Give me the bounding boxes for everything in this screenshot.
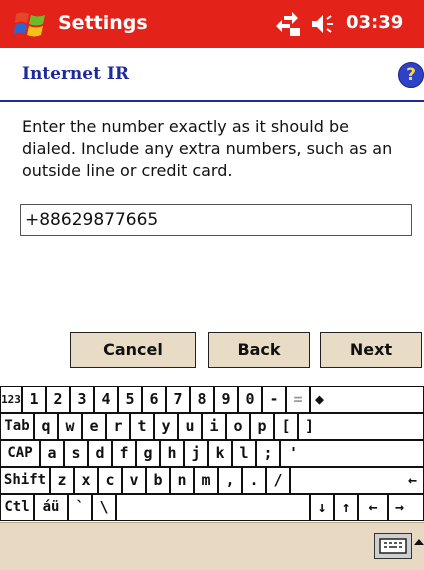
key-right-arrow[interactable]: → (388, 494, 424, 521)
key-shift[interactable]: Shift (0, 467, 50, 494)
key-semicolon[interactable]: ; (256, 440, 280, 467)
next-button[interactable]: Next (320, 332, 422, 368)
key-7[interactable]: 7 (166, 386, 190, 413)
key-l[interactable]: l (232, 440, 256, 467)
key-4[interactable]: 4 (94, 386, 118, 413)
key-j[interactable]: j (184, 440, 208, 467)
app-title[interactable]: Settings (58, 12, 148, 34)
page-header: Internet IR ? (0, 48, 424, 102)
enter-key[interactable]: ' (280, 440, 424, 467)
key-9[interactable]: 9 (214, 386, 238, 413)
key-v[interactable]: v (122, 467, 146, 494)
soft-keyboard: 123 1 2 3 4 5 6 7 8 9 0 - = ◆ Tab q w e … (0, 376, 424, 522)
key-u[interactable]: u (178, 413, 202, 440)
keyboard-icon[interactable] (374, 533, 412, 559)
key-z[interactable]: z (50, 467, 74, 494)
instructions-text: Enter the number exactly as it should be… (22, 117, 393, 180)
key-2[interactable]: 2 (46, 386, 70, 413)
keyboard-row-2: Tab q w e r t y u i o p [ ] (0, 413, 424, 441)
key-5[interactable]: 5 (118, 386, 142, 413)
key-q[interactable]: q (34, 413, 58, 440)
title-bar: Settings 03:39 (0, 0, 424, 49)
keyboard-row-3: CAP a s d f g h j k l ; ' (0, 440, 424, 468)
key-3[interactable]: 3 (70, 386, 94, 413)
key-p[interactable]: p (250, 413, 274, 440)
key-m[interactable]: m (194, 467, 218, 494)
key-y[interactable]: y (154, 413, 178, 440)
sip-menu-arrow-icon[interactable] (414, 539, 424, 545)
keyboard-row-1: 123 1 2 3 4 5 6 7 8 9 0 - = ◆ (0, 386, 424, 414)
key-123[interactable]: 123 (0, 386, 22, 413)
key-1[interactable]: 1 (22, 386, 46, 413)
key-period[interactable]: . (242, 467, 266, 494)
key-t[interactable]: t (130, 413, 154, 440)
key-d[interactable]: d (88, 440, 112, 467)
windows-flag-icon[interactable] (14, 8, 48, 40)
key-slash[interactable]: / (266, 467, 290, 494)
key-right-bracket[interactable]: ] (298, 413, 424, 440)
key-0[interactable]: 0 (238, 386, 262, 413)
key-h[interactable]: h (160, 440, 184, 467)
status-area: 03:39 (272, 8, 422, 40)
key-minus[interactable]: - (262, 386, 286, 413)
key-o[interactable]: o (226, 413, 250, 440)
key-8[interactable]: 8 (190, 386, 214, 413)
key-comma[interactable]: , (218, 467, 242, 494)
key-x[interactable]: x (74, 467, 98, 494)
speaker-icon[interactable] (310, 12, 338, 36)
key-up-arrow[interactable]: ↑ (334, 494, 358, 521)
keyboard-row-5: Ctl áü ` \ ↓ ↑ ← → (0, 494, 424, 522)
help-icon[interactable]: ? (398, 62, 424, 88)
phone-number-input[interactable] (20, 204, 412, 236)
backspace-key[interactable]: ◆ (310, 386, 424, 413)
return-key[interactable]: ← (290, 467, 424, 494)
menu-bar (0, 522, 424, 570)
key-b[interactable]: b (146, 467, 170, 494)
key-e[interactable]: e (82, 413, 106, 440)
key-w[interactable]: w (58, 413, 82, 440)
key-n[interactable]: n (170, 467, 194, 494)
key-f[interactable]: f (112, 440, 136, 467)
key-tab[interactable]: Tab (0, 413, 34, 440)
key-intl[interactable]: áü (34, 494, 68, 521)
key-equals[interactable]: = (286, 386, 310, 413)
cancel-button[interactable]: Cancel (70, 332, 196, 368)
key-g[interactable]: g (136, 440, 160, 467)
key-ctrl[interactable]: Ctl (0, 494, 34, 521)
page-title: Internet IR (22, 64, 129, 84)
back-button[interactable]: Back (208, 332, 310, 368)
key-c[interactable]: c (98, 467, 122, 494)
key-r[interactable]: r (106, 413, 130, 440)
key-6[interactable]: 6 (142, 386, 166, 413)
connectivity-icon[interactable] (272, 10, 302, 38)
key-backtick[interactable]: ` (68, 494, 92, 521)
space-key[interactable] (116, 494, 310, 521)
key-i[interactable]: i (202, 413, 226, 440)
keyboard-glyph (379, 538, 407, 554)
keyboard-row-4: Shift z x c v b n m , . / ← (0, 467, 424, 495)
key-down-arrow[interactable]: ↓ (310, 494, 334, 521)
key-backslash[interactable]: \ (92, 494, 116, 521)
key-s[interactable]: s (64, 440, 88, 467)
key-caps[interactable]: CAP (0, 440, 40, 467)
key-k[interactable]: k (208, 440, 232, 467)
key-a[interactable]: a (40, 440, 64, 467)
key-left-bracket[interactable]: [ (274, 413, 298, 440)
key-left-arrow[interactable]: ← (358, 494, 388, 521)
clock[interactable]: 03:39 (346, 12, 403, 33)
